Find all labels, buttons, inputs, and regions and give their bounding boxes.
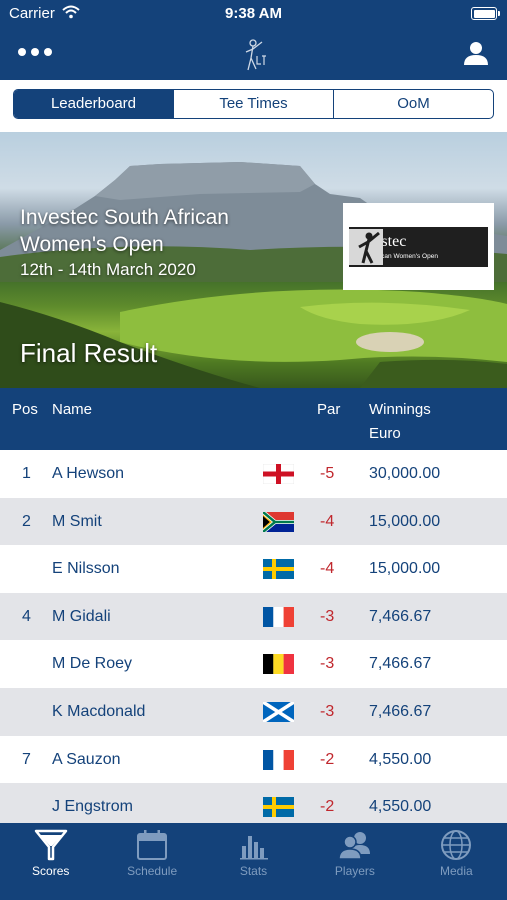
row-player-name: A Sauzon [52, 750, 121, 768]
segment-oom[interactable]: OoM [333, 90, 493, 118]
row-player-name: J Engstrom [52, 798, 133, 816]
row-winnings: 7,466.67 [369, 607, 432, 625]
row-pos: 7 [22, 750, 31, 768]
profile-icon[interactable] [463, 40, 489, 66]
segment-tee-times[interactable]: Tee Times [173, 90, 333, 118]
row-player-name: M Smit [52, 512, 102, 530]
table-row[interactable]: 4 M Gidali -3 7,466.67 [0, 592, 507, 641]
row-player-name: A Hewson [52, 465, 125, 482]
row-player-name: K Macdonald [52, 702, 146, 720]
golfer-silhouette-icon [349, 229, 383, 265]
final-result-label: Final Result [20, 338, 158, 368]
row-pos: 2 [22, 512, 31, 530]
leaderboard-list: 1 A Hewson -5 30,000.00 2 M Smit -4 15,0… [0, 450, 507, 823]
leaderboard-segmented-control: Leaderboard Tee Times OoM [13, 89, 494, 119]
row-winnings: 7,466.67 [369, 655, 432, 673]
row-winnings: 15,000.00 [369, 512, 441, 530]
event-dates: 12th - 14th March 2020 [20, 260, 196, 279]
row-pos: 4 [22, 607, 31, 625]
header-pos: Pos [12, 401, 38, 418]
status-bar: Carrier 9:38 AM [0, 0, 507, 28]
england-flag-icon [262, 463, 295, 485]
row-par: -3 [320, 702, 335, 720]
tab-label: Players [334, 864, 375, 878]
row-player-name: E Nilsson [52, 560, 120, 578]
players-icon [338, 832, 370, 860]
row-player-name: M Gidali [52, 607, 111, 625]
funnel-icon [34, 829, 67, 861]
row-par: -2 [320, 798, 335, 816]
table-row[interactable]: J Engstrom -2 4,550.00 [0, 783, 507, 823]
sweden-flag-icon [263, 559, 294, 580]
row-par: -5 [320, 465, 335, 482]
row-par: -3 [320, 655, 335, 673]
france-flag-icon [263, 606, 294, 627]
leaderboard-header: Pos Name Par Winnings Euro [0, 388, 507, 450]
table-row[interactable]: 2 M Smit -4 15,000.00 [0, 497, 507, 546]
tab-stats[interactable]: Stats [203, 823, 304, 900]
table-row[interactable]: M De Roey -3 7,466.67 [0, 640, 507, 688]
row-winnings: 30,000.00 [369, 465, 441, 482]
top-bar: Carrier 9:38 AM [0, 0, 507, 80]
more-menu-button[interactable] [18, 42, 52, 62]
row-par: -2 [320, 750, 335, 768]
row-par: -4 [320, 560, 335, 578]
table-row[interactable]: E Nilsson -4 15,000.00 [0, 545, 507, 593]
sweden-flag-icon [263, 797, 294, 818]
clock: 9:38 AM [225, 5, 282, 22]
tab-label: Schedule [127, 864, 178, 878]
header-currency: Euro [369, 425, 401, 442]
row-player-name: M De Roey [52, 655, 133, 673]
tab-scores[interactable]: Scores [0, 823, 101, 900]
let-logo-icon [245, 39, 266, 71]
tab-players[interactable]: Players [304, 823, 405, 900]
row-par: -4 [320, 512, 335, 530]
table-row[interactable]: K Macdonald -3 7,466.67 [0, 687, 507, 736]
bar-chart-icon [239, 836, 268, 860]
header-par: Par [317, 401, 341, 418]
segment-leaderboard[interactable]: Leaderboard [14, 90, 173, 118]
tab-schedule[interactable]: Schedule [101, 823, 202, 900]
tab-label: Media [439, 864, 473, 878]
calendar-icon [137, 830, 168, 860]
row-pos: 1 [22, 465, 31, 482]
belgium-flag-icon [263, 654, 294, 675]
sponsor-logo: Investec South African Women's Open [343, 203, 494, 290]
bottom-tab-bar: Scores Schedule Stats Players Media [0, 823, 507, 900]
france-flag-icon [263, 749, 294, 770]
tab-media[interactable]: Media [406, 823, 507, 900]
table-row[interactable]: 1 A Hewson -5 30,000.00 [0, 450, 507, 498]
table-row[interactable]: 7 A Sauzon -2 4,550.00 [0, 736, 507, 784]
row-winnings: 7,466.67 [369, 702, 432, 720]
header-winnings: Winnings [369, 401, 431, 418]
tab-label: Stats [239, 864, 268, 878]
scotland-flag-icon [262, 700, 295, 724]
tab-label: Scores [32, 864, 70, 878]
row-winnings: 4,550.00 [369, 798, 432, 816]
globe-icon [441, 830, 472, 860]
south-africa-flag-icon [261, 510, 294, 534]
row-winnings: 4,550.00 [369, 750, 432, 768]
row-winnings: 15,000.00 [369, 560, 441, 578]
row-par: -3 [320, 607, 335, 625]
battery-icon [471, 7, 500, 20]
event-banner: Investec South African Women's Open 12th… [0, 132, 507, 388]
header-name: Name [52, 401, 93, 418]
event-title: Investec South African Women's Open [20, 206, 229, 256]
